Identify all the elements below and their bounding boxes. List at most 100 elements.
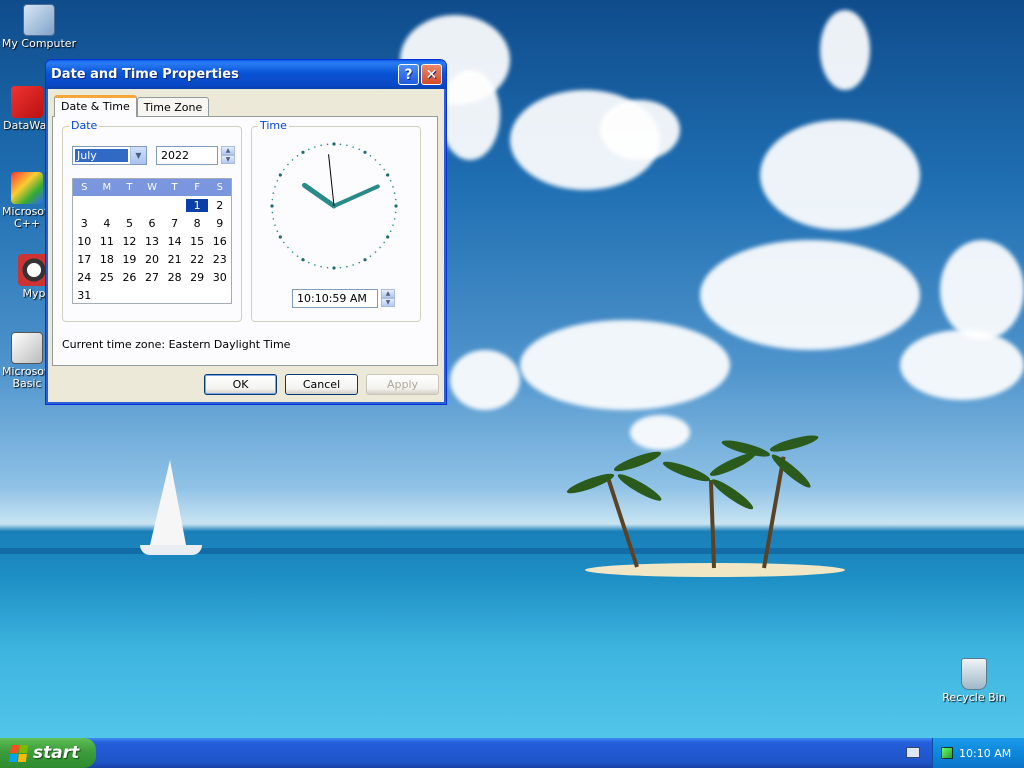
calendar-day[interactable]: 9 [208,217,231,230]
calendar-day[interactable]: 23 [208,253,231,266]
network-icon[interactable] [941,747,953,759]
clock-tick [392,186,394,188]
calendar-day[interactable]: 2 [208,199,231,212]
clock-tick [270,204,274,208]
shortcut-icon [11,86,43,118]
calendar-day[interactable]: 24 [73,271,96,284]
clock-tick [320,144,322,147]
ok-button[interactable]: OK [204,374,277,395]
date-group: Date July ▼ 2022 ▲ ▼ SMTWTFS 1 2 3 4 5 6 7 8 9 10… [62,119,242,322]
cancel-button[interactable]: Cancel [285,374,358,395]
clock-tick [291,251,294,253]
desktop-icon-my-computer[interactable]: My Computer [0,4,78,50]
spin-up-icon[interactable]: ▲ [221,146,235,155]
year-input[interactable]: 2022 [156,146,218,165]
time-spinner[interactable]: ▲ ▼ [381,289,395,308]
calendar-day[interactable]: 22 [186,253,209,266]
analog-clock [270,142,398,270]
current-time-zone: Current time zone: Eastern Daylight Time [62,338,290,351]
palm-frond [661,458,712,485]
calendar-day[interactable]: 5 [118,217,141,230]
clock-tick [369,155,372,157]
calendar-day[interactable]: 13 [141,235,164,248]
recycle-bin-icon [961,658,987,690]
clock-tick [393,192,396,194]
visual-cpp-icon [11,172,43,204]
calendar-day[interactable]: 10 [73,235,96,248]
tab-date-time[interactable]: Date & Time [54,95,137,117]
desktop-icon-label: My Computer [1,37,77,50]
clock-tick [274,224,276,226]
clock-tick [386,235,390,239]
calendar-day[interactable]: 18 [96,253,119,266]
clock-minute-hand [332,184,380,208]
clock-tick [383,168,385,171]
spin-up-icon[interactable]: ▲ [381,289,395,298]
calendar-day[interactable]: 19 [118,253,141,266]
clock-tick [296,155,299,157]
clock-hour-hand [302,182,337,209]
tab-strip: Date & Time Time Zone [54,95,210,117]
clock-tick [358,261,361,264]
help-button[interactable]: ? [398,64,419,85]
clock-tick [326,266,329,269]
calendar-day[interactable]: 14 [163,235,186,248]
start-button[interactable]: start [0,738,96,768]
calendar-day[interactable]: 30 [208,271,231,284]
clock-tick [393,218,396,220]
month-dropdown[interactable]: July ▼ [72,146,147,165]
calendar-day[interactable]: 7 [163,217,186,230]
month-calendar[interactable]: SMTWTFS 1 2 3 4 5 6 7 8 9 10 11 12 13 14 15 16 17 18 19 20 2… [72,178,232,304]
calendar-day[interactable]: 27 [141,271,164,284]
clock-tick [386,173,390,177]
spin-down-icon[interactable]: ▼ [381,298,395,307]
calendar-day[interactable]: 31 [73,289,96,302]
calendar-day[interactable]: 16 [208,235,231,248]
palm-trunk [606,478,639,568]
weekday-header: F [194,182,201,193]
calendar-day[interactable]: 6 [141,217,164,230]
calendar-day[interactable]: 8 [186,217,209,230]
weekday-header: T [171,182,178,193]
time-input[interactable]: 10:10:59 AM [292,289,378,308]
calendar-day[interactable]: 4 [96,217,119,230]
windows-flag-icon [8,744,29,762]
dialog-titlebar[interactable]: Date and Time Properties ? ✕ [46,60,446,89]
desktop-icon-recycle-bin[interactable]: Recycle Bin [935,658,1013,704]
calendar-week: 31 [73,286,231,304]
clock-tick [301,150,305,154]
tab-time-zone[interactable]: Time Zone [136,97,210,117]
dialog-body: Date & Time Time Zone Date July ▼ 2022 ▲… [50,89,442,401]
calendar-day[interactable]: 15 [186,235,209,248]
clock-tick [307,148,310,151]
calendar-day[interactable]: 11 [96,235,119,248]
calendar-days: 1 2 3 4 5 6 7 8 9 10 11 12 13 14 15 16 17 18 19 20 21 22 23 24 2… [73,196,231,304]
keyboard-icon[interactable] [906,747,920,758]
clock-tick [276,230,279,233]
weekday-header: M [102,182,112,193]
calendar-week: 17 18 19 20 21 22 23 [73,250,231,268]
palm-frond [768,432,820,455]
year-spinner[interactable]: ▲ ▼ [221,146,235,165]
chevron-down-icon[interactable]: ▼ [130,147,146,164]
calendar-day[interactable]: 12 [118,235,141,248]
calendar-day[interactable]: 25 [96,271,119,284]
clock-tick [358,148,361,151]
calendar-day[interactable]: 26 [118,271,141,284]
calendar-day[interactable]: 20 [141,253,164,266]
date-group-title: Date [69,119,100,132]
clock-tick [379,246,381,249]
apply-button[interactable]: Apply [366,374,439,395]
calendar-day[interactable]: 29 [186,271,209,284]
cloud [940,240,1024,340]
calendar-day[interactable]: 28 [163,271,186,284]
taskbar-clock[interactable]: 10:10 AM [959,747,1011,760]
spin-down-icon[interactable]: ▼ [221,155,235,164]
close-button[interactable]: ✕ [421,64,442,85]
calendar-day[interactable]: 3 [73,217,96,230]
calendar-day[interactable]: 21 [163,253,186,266]
calendar-day[interactable]: 1 [185,198,209,212]
clock-tick [301,258,305,262]
calendar-day[interactable]: 17 [73,253,96,266]
start-label: start [33,743,80,763]
